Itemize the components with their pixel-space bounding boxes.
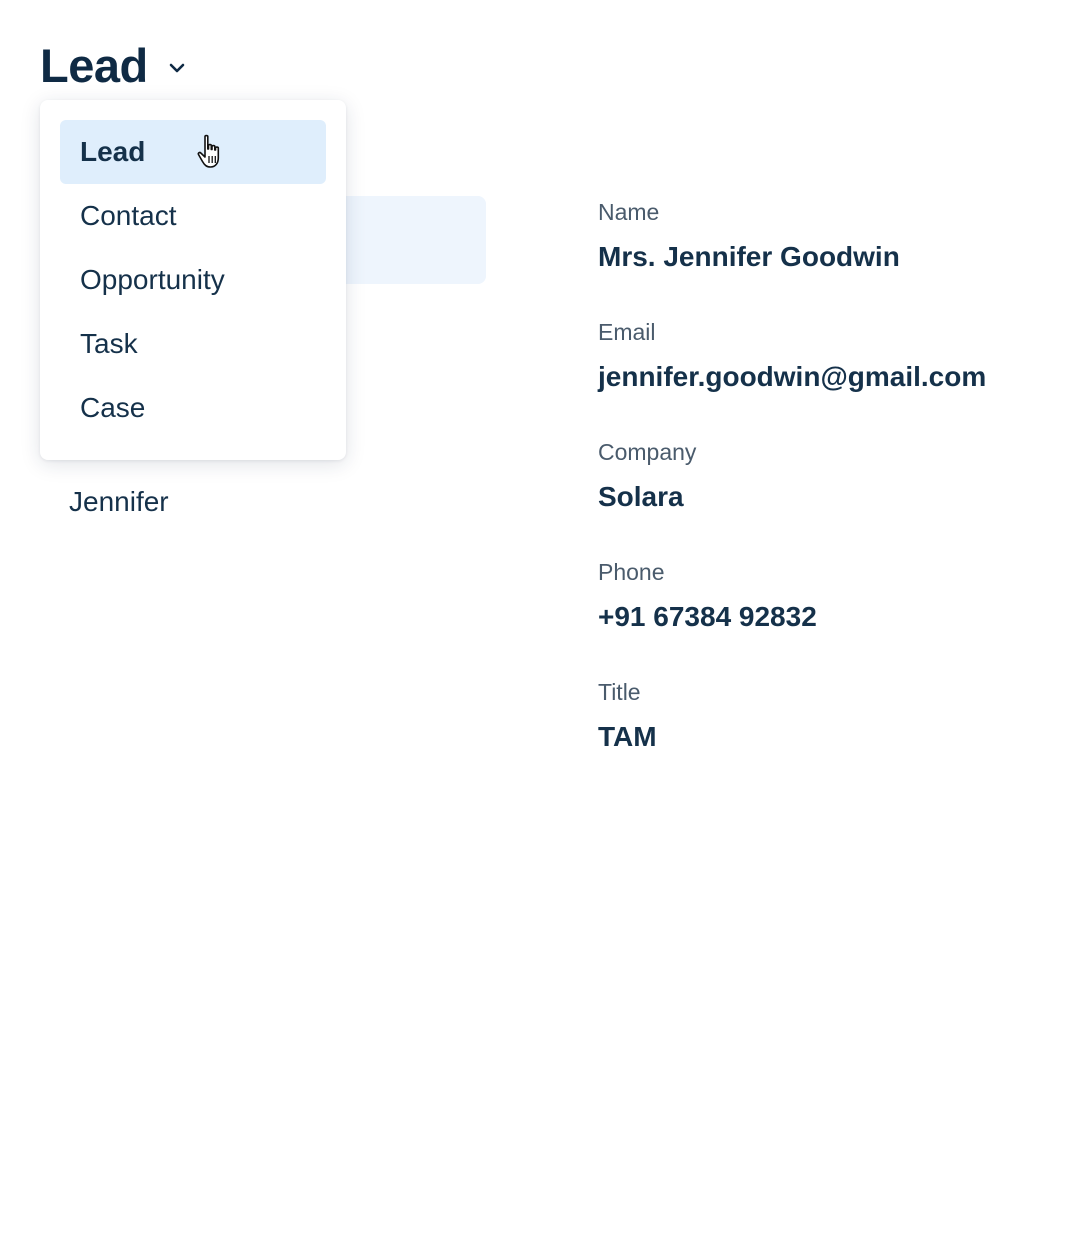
- dropdown-item-label: Lead: [80, 136, 146, 167]
- record-type-label: Lead: [40, 39, 148, 92]
- dropdown-item-case[interactable]: Case: [60, 376, 326, 440]
- dropdown-item-lead[interactable]: Lead: [60, 120, 326, 184]
- chevron-down-icon[interactable]: [166, 57, 188, 79]
- dropdown-item-opportunity[interactable]: Opportunity: [60, 248, 326, 312]
- field-value: +91 67384 92832: [598, 601, 817, 632]
- field-label: Email: [598, 319, 656, 345]
- field-name: Name Mrs. Jennifer Goodwin: [598, 198, 1068, 318]
- field-value: TAM: [598, 721, 657, 752]
- dropdown-item-label: Opportunity: [80, 264, 225, 295]
- record-type-dropdown: Lead Contact Opportunity Task Case: [40, 100, 346, 460]
- field-value: Solara: [598, 481, 684, 512]
- dropdown-item-label: Task: [80, 328, 138, 359]
- field-company: Company Solara: [598, 438, 1068, 558]
- dropdown-item-task[interactable]: Task: [60, 312, 326, 376]
- field-value: Mrs. Jennifer Goodwin: [598, 241, 900, 272]
- field-email: Email jennifer.goodwin@gmail.com: [598, 318, 1068, 438]
- dropdown-item-label: Case: [80, 392, 146, 423]
- list-item-name[interactable]: Jennifer: [69, 486, 169, 518]
- field-label: Phone: [598, 559, 665, 585]
- field-phone: Phone +91 67384 92832: [598, 558, 1068, 678]
- field-title: Title TAM: [598, 678, 1068, 798]
- dropdown-item-label: Contact: [80, 200, 177, 231]
- record-details: Name Mrs. Jennifer Goodwin Email jennife…: [598, 198, 1068, 798]
- field-label: Title: [598, 679, 641, 705]
- field-value: jennifer.goodwin@gmail.com: [598, 361, 987, 392]
- dropdown-item-contact[interactable]: Contact: [60, 184, 326, 248]
- hand-cursor-icon: [196, 134, 230, 172]
- field-label: Name: [598, 199, 660, 225]
- field-label: Company: [598, 439, 697, 465]
- record-type-selector[interactable]: Lead: [40, 38, 188, 94]
